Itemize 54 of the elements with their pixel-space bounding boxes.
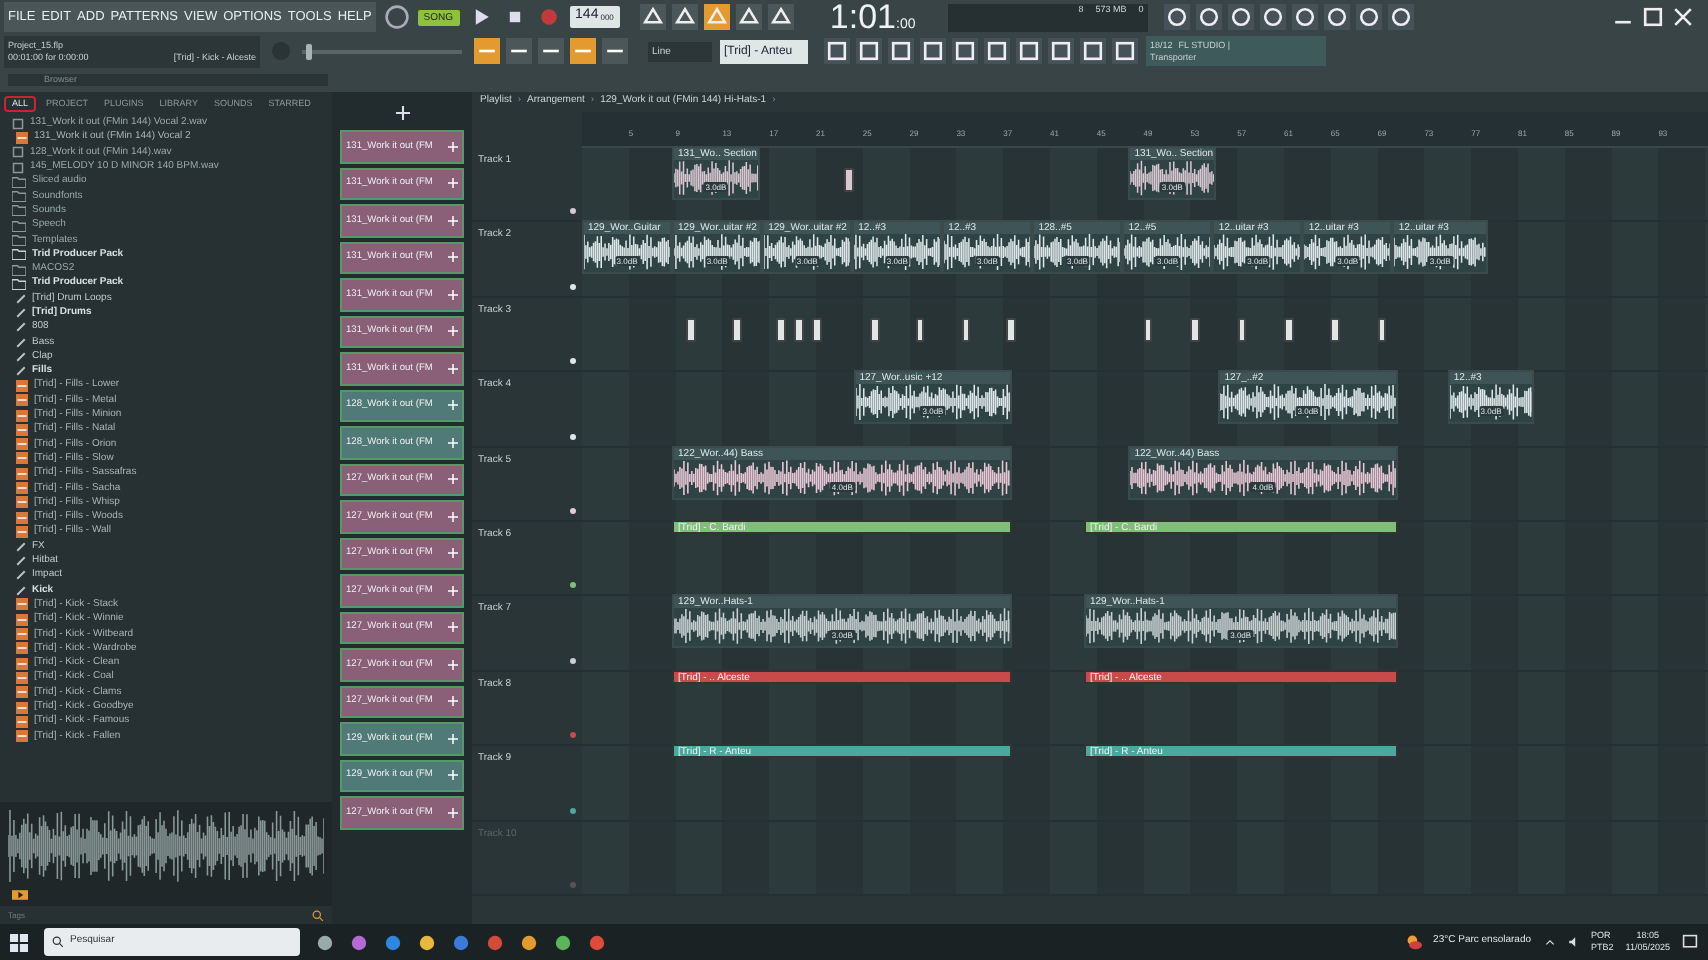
track-indicator[interactable] [570, 881, 576, 888]
slider-thumb[interactable] [305, 43, 312, 59]
waveform [1130, 160, 1215, 196]
audio-clip[interactable] [844, 168, 854, 192]
close-icon[interactable] [1670, 4, 1696, 30]
file-icon [12, 117, 24, 130]
audio-clip[interactable] [731, 317, 742, 342]
track-indicator[interactable] [570, 283, 576, 290]
audio-clip[interactable] [1006, 317, 1017, 342]
maximize-icon[interactable] [1640, 4, 1666, 30]
search-icon[interactable] [312, 909, 324, 921]
search-icon [52, 936, 64, 948]
audio-clip[interactable] [1237, 317, 1247, 342]
waveform [1214, 234, 1301, 271]
track-indicator[interactable] [570, 208, 576, 215]
chevron-up-icon[interactable] [1543, 936, 1556, 948]
notification-icon[interactable] [1682, 934, 1698, 950]
waveform [1394, 234, 1486, 271]
waveform [674, 234, 761, 271]
waveform [1449, 384, 1533, 421]
audio-clip[interactable] [812, 317, 822, 342]
audio-clip[interactable] [1377, 317, 1387, 342]
weather-icon [1405, 934, 1422, 950]
audio-clip[interactable] [1330, 317, 1341, 342]
waveform [1034, 234, 1121, 271]
audio-clip[interactable] [1143, 317, 1153, 342]
track-indicator[interactable] [570, 582, 576, 589]
master-volume-knob[interactable] [383, 4, 410, 30]
waveform [584, 234, 671, 271]
play-icon[interactable] [12, 890, 28, 900]
audio-clip[interactable] [961, 317, 971, 342]
audio-clip[interactable] [915, 317, 925, 342]
track-indicator[interactable] [570, 358, 576, 365]
track-indicator[interactable] [570, 433, 576, 440]
waveform [1124, 234, 1211, 271]
audio-clip[interactable] [1190, 317, 1200, 342]
speaker-icon[interactable] [1567, 936, 1580, 948]
windows-icon[interactable] [10, 933, 28, 951]
track-indicator[interactable] [570, 657, 576, 664]
audio-clip[interactable] [869, 317, 880, 342]
track-indicator[interactable] [570, 807, 576, 814]
track-indicator[interactable] [570, 732, 576, 739]
waveform [854, 234, 941, 271]
add-icon[interactable] [395, 105, 409, 119]
audio-clip[interactable] [1284, 317, 1294, 342]
audio-clip[interactable] [776, 317, 786, 342]
track-indicator[interactable] [570, 507, 576, 514]
audio-clip[interactable] [686, 317, 696, 342]
sample-icon [16, 131, 28, 144]
audio-clip[interactable] [794, 317, 805, 342]
waveform [764, 234, 851, 271]
waveform [674, 160, 758, 196]
waveform [944, 234, 1031, 271]
waveform [1304, 234, 1391, 271]
